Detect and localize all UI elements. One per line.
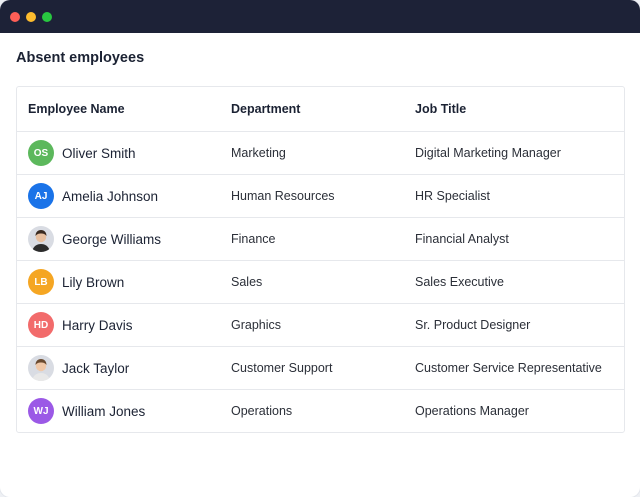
job-title-cell: Customer Service Representative	[415, 361, 602, 375]
employee-name: Oliver Smith	[62, 145, 136, 161]
title-bar	[0, 0, 640, 33]
employee-name-cell: Jack Taylor	[17, 355, 224, 381]
avatar	[28, 226, 54, 252]
column-header-department[interactable]: Department	[224, 102, 408, 116]
absent-employees-table: Employee Name Department Job Title OS Oli…	[16, 86, 625, 433]
table-row[interactable]: OS Oliver Smith Marketing Digital Marketing…	[17, 131, 624, 174]
department-cell: Sales	[231, 275, 263, 289]
person-photo-icon	[28, 355, 54, 381]
employee-name-cell: OS Oliver Smith	[17, 140, 224, 166]
department-cell: Operations	[231, 404, 293, 418]
employee-name: Jack Taylor	[62, 360, 130, 376]
job-title-cell: Sales Executive	[415, 275, 504, 289]
avatar: WJ	[28, 398, 54, 424]
job-title-cell: Digital Marketing Manager	[415, 146, 561, 160]
close-window-button[interactable]	[10, 11, 20, 22]
column-header-employee-name[interactable]: Employee Name	[17, 102, 224, 116]
table-row[interactable]: WJ William Jones Operations Operations Mana…	[17, 389, 624, 432]
table-row[interactable]: HD Harry Davis Graphics Sr. Product Designe…	[17, 303, 624, 346]
employee-name-cell: AJ Amelia Johnson	[17, 183, 224, 209]
employee-name: Lily Brown	[62, 274, 125, 290]
table-header-row: Employee Name Department Job Title	[17, 87, 624, 131]
table-row[interactable]: Jack Taylor Customer Support Customer Serv…	[17, 346, 624, 389]
employee-name-cell: LB Lily Brown	[17, 269, 224, 295]
table-row[interactable]: George Williams Finance Financial Analyst	[17, 217, 624, 260]
column-header-job-title[interactable]: Job Title	[408, 102, 624, 116]
job-title-cell: HR Specialist	[415, 189, 491, 203]
employee-name: George Williams	[62, 231, 162, 247]
employee-name: Amelia Johnson	[62, 188, 159, 204]
table-row[interactable]: LB Lily Brown Sales Sales Executive	[17, 260, 624, 303]
content-panel: Absent employees Employee Name Departmen…	[5, 33, 635, 491]
department-cell: Finance	[231, 232, 276, 246]
table-body: OS Oliver Smith Marketing Digital Marketing…	[17, 131, 624, 432]
employee-name: Harry Davis	[62, 317, 133, 333]
department-cell: Human Resources	[231, 189, 335, 203]
department-cell: Customer Support	[231, 361, 333, 375]
table-row[interactable]: AJ Amelia Johnson Human Resources HR Specia…	[17, 174, 624, 217]
employee-name-cell: George Williams	[17, 226, 224, 252]
job-title-cell: Sr. Product Designer	[415, 318, 531, 332]
avatar: AJ	[28, 183, 54, 209]
employee-name-cell: WJ William Jones	[17, 398, 224, 424]
maximize-window-button[interactable]	[42, 11, 52, 22]
job-title-cell: Operations Manager	[415, 404, 529, 418]
department-cell: Marketing	[231, 146, 286, 160]
department-cell: Graphics	[231, 318, 282, 332]
minimize-window-button[interactable]	[26, 11, 36, 22]
job-title-cell: Financial Analyst	[415, 232, 509, 246]
employee-name: William Jones	[62, 403, 146, 419]
app-window: Absent employees Employee Name Departmen…	[0, 0, 640, 497]
avatar: OS	[28, 140, 54, 166]
person-photo-icon	[28, 226, 54, 252]
avatar: HD	[28, 312, 54, 338]
page-title: Absent employees	[16, 50, 145, 66]
avatar	[28, 355, 54, 381]
avatar: LB	[28, 269, 54, 295]
employee-name-cell: HD Harry Davis	[17, 312, 224, 338]
